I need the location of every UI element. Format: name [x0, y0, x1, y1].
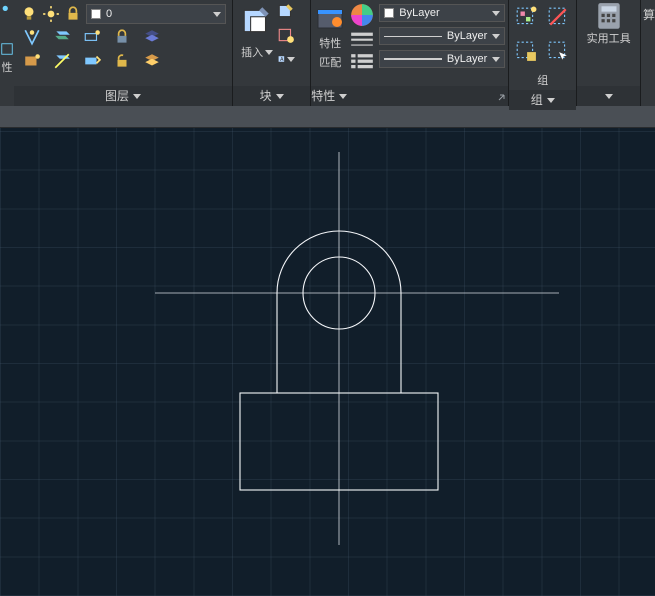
lines-menu-icon[interactable]: [349, 31, 375, 49]
frag-icon-1[interactable]: [0, 2, 14, 20]
layer-stack2-icon[interactable]: [143, 52, 161, 70]
chevron-down-icon: [339, 94, 347, 99]
chevron-down-icon: [492, 34, 500, 39]
properties-panel: 特性 匹配 ByLayer: [311, 0, 509, 106]
color-swatch: [384, 8, 394, 18]
panel-fragment-right: 算: [641, 0, 655, 106]
layer-unlock-icon[interactable]: [113, 52, 131, 70]
ribbon-toolbar: 性 0: [0, 0, 655, 106]
linetype-combo[interactable]: ByLayer: [379, 50, 505, 68]
dialog-launcher-icon[interactable]: [498, 91, 508, 101]
block-edit-icon[interactable]: [277, 26, 295, 44]
chevron-down-icon: [492, 11, 500, 16]
match-label2: 匹配: [319, 54, 341, 70]
match-properties-icon[interactable]: [315, 2, 345, 32]
calculator-icon[interactable]: [594, 2, 624, 28]
linetype-preview: [384, 58, 442, 60]
color-combo[interactable]: ByLayer: [379, 4, 505, 22]
match-label1: 特性: [319, 35, 341, 51]
group-edit-icon[interactable]: [515, 40, 537, 62]
list-menu-icon[interactable]: [349, 52, 375, 70]
layer-color-swatch: [91, 9, 101, 19]
linetype-combo-value: ByLayer: [447, 53, 487, 65]
utilities-panel: 实用工具: [577, 0, 641, 106]
layer-lock2-icon[interactable]: [113, 28, 131, 46]
block-panel-title[interactable]: 块: [233, 86, 310, 106]
chevron-down-icon: [276, 94, 284, 99]
group-panel-label: 组: [531, 90, 543, 110]
edit-attr-icon[interactable]: [277, 2, 295, 20]
properties-panel-title[interactable]: 特性: [311, 86, 508, 106]
drawing-content: [0, 128, 655, 596]
layer-combo-value: 0: [106, 8, 208, 20]
frag-icon-2[interactable]: [0, 40, 14, 58]
layer-thaw-icon[interactable]: [53, 52, 71, 70]
drawing-canvas[interactable]: [0, 128, 655, 596]
chevron-down-icon: [133, 94, 141, 99]
insert-button[interactable]: 插入: [241, 44, 273, 60]
insert-block-icon[interactable]: [240, 4, 274, 38]
layer-combo[interactable]: 0: [86, 4, 226, 24]
chevron-down-icon: [213, 12, 221, 17]
layer-match-icon[interactable]: [23, 52, 41, 70]
layer-unisolate-icon[interactable]: [83, 52, 101, 70]
color-combo-value: ByLayer: [399, 7, 487, 19]
chevron-down-icon: [605, 94, 613, 99]
layers-panel: 0 图层: [14, 0, 233, 106]
lineweight-combo[interactable]: ByLayer: [379, 27, 505, 45]
chevron-down-icon: [492, 57, 500, 62]
layers-panel-title[interactable]: 图层: [14, 86, 232, 106]
group-ungroup-icon[interactable]: [547, 6, 569, 28]
properties-panel-label: 特性: [311, 86, 335, 106]
insert-label: 插入: [241, 44, 263, 60]
lock-icon[interactable]: [64, 5, 82, 23]
block-attr-icon[interactable]: A: [277, 50, 295, 68]
layer-isolate-icon[interactable]: [83, 28, 101, 46]
group-create-icon[interactable]: [515, 6, 537, 28]
group-panel-title[interactable]: 组: [509, 90, 576, 110]
rightsliver-label: 算: [641, 0, 655, 23]
panel-fragment-left: 性: [0, 0, 14, 106]
utilities-label: 实用工具: [587, 30, 631, 46]
sun-icon[interactable]: [42, 5, 60, 23]
bulb-icon[interactable]: [20, 5, 38, 23]
utilities-panel-title[interactable]: [577, 86, 640, 106]
layer-stack-icon[interactable]: [143, 28, 161, 46]
layer-freeze-icon[interactable]: [53, 28, 71, 46]
line-preview: [384, 36, 442, 37]
color-wheel-icon[interactable]: [349, 2, 375, 28]
layers-panel-label: 图层: [105, 86, 129, 106]
chevron-down-icon: [547, 98, 555, 103]
chevron-down-icon: [265, 50, 273, 55]
block-panel-label: 块: [260, 86, 272, 106]
group-panel: 组 组: [509, 0, 577, 106]
layer-off-icon[interactable]: [23, 28, 41, 46]
group-label: 组: [537, 72, 548, 88]
block-panel: 插入 A 块: [233, 0, 311, 106]
lineweight-combo-value: ByLayer: [447, 30, 487, 42]
group-select-icon[interactable]: [547, 40, 569, 62]
frag-label-1: 性: [0, 58, 14, 76]
